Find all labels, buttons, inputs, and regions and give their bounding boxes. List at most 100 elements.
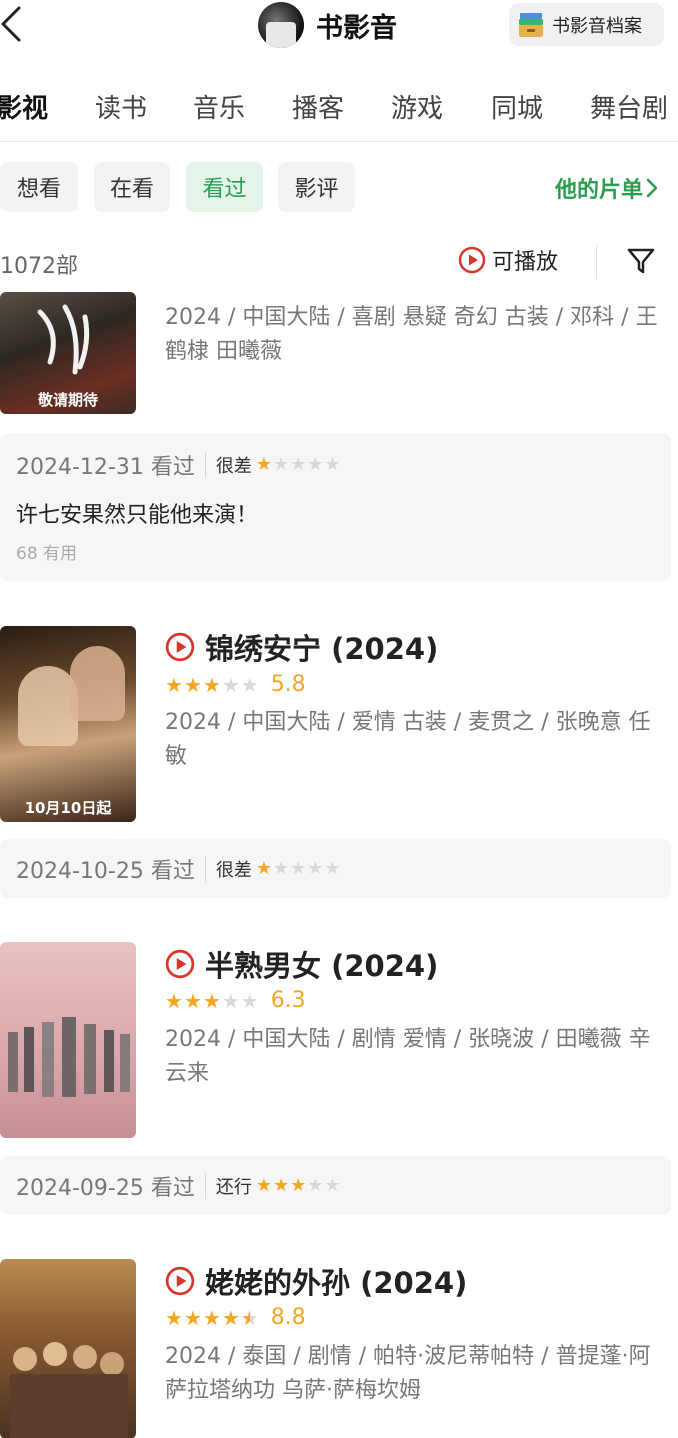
filter-reviews[interactable]: 影评 — [278, 162, 355, 212]
my-lists-label: 他的片单 — [555, 178, 644, 203]
star-icon: ★ — [221, 672, 240, 697]
my-lists-link[interactable]: 他的片单 — [555, 172, 658, 204]
movie-poster[interactable]: 敬请期待 — [0, 292, 136, 414]
star-icon: ★ — [240, 1305, 259, 1330]
filter-watching[interactable]: 在看 — [94, 162, 170, 212]
star-icon: ★ — [307, 454, 324, 475]
poster-art — [37, 304, 90, 375]
review-card[interactable]: 2024-09-25 看过 还行 ★ ★ ★ ★ ★ — [0, 1156, 671, 1215]
poster-caption: 敬请期待 — [37, 391, 98, 409]
archive-button[interactable]: 书影音档案 — [509, 3, 664, 46]
divider — [596, 245, 597, 279]
playable-label: 可播放 — [492, 250, 559, 275]
review-date: 2024-12-31 看过 — [16, 455, 195, 480]
review-header: 2024-12-31 看过 很差 ★ ★ ★ ★ ★ — [16, 449, 341, 481]
review-header: 2024-10-25 看过 很差 ★ ★ ★ ★ ★ — [16, 853, 341, 885]
star-icon: ★ — [290, 858, 307, 879]
play-circle-icon — [165, 949, 195, 979]
filter-watched[interactable]: 看过 — [186, 162, 263, 212]
divider — [204, 856, 206, 882]
star-icon: ★ — [255, 454, 272, 475]
review-rating-word: 很差 — [215, 456, 252, 477]
star-icon: ★ — [202, 988, 221, 1013]
review-rating-word: 还行 — [215, 1177, 252, 1198]
review-stars: ★ ★ ★ ★ ★ — [256, 860, 341, 878]
playable-toggle[interactable]: 可播放 — [458, 244, 558, 276]
star-icon: ★ — [255, 1175, 272, 1196]
star-icon: ★ — [307, 1175, 324, 1196]
rating-row: ★ ★ ★ ★ ★ 8.8 — [165, 1305, 306, 1330]
rating-row: ★ ★ ★ ★ ★ 6.3 — [165, 988, 306, 1013]
poster-caption: 10月10日起 — [24, 799, 112, 817]
review-date: 2024-09-25 看过 — [16, 1176, 195, 1201]
tab-music[interactable]: 音乐 — [193, 88, 245, 125]
tab-stage[interactable]: 舞台剧 — [590, 88, 668, 125]
star-icon: ★ — [273, 1175, 290, 1196]
useful-count[interactable]: 68 有用 — [16, 539, 77, 564]
tab-podcasts[interactable]: 播客 — [292, 88, 344, 125]
star-icon: ★ — [255, 858, 272, 879]
star-icon: ★ — [221, 1305, 240, 1330]
review-text: 许七安果然只能他来演！ — [16, 503, 259, 528]
avatar[interactable] — [258, 2, 304, 48]
movie-poster[interactable]: 10月10日起 — [0, 626, 136, 822]
category-tabs: 影视 读书 音乐 播客 游戏 同城 舞台剧 — [0, 80, 678, 142]
star-icon: ★ — [202, 1305, 221, 1330]
back-button[interactable] — [0, 4, 30, 44]
header-center: 书影音 — [258, 2, 397, 48]
tab-film[interactable]: 影视 — [0, 88, 48, 125]
header: 书影音 书影音档案 — [0, 0, 678, 50]
review-card[interactable]: 2024-10-25 看过 很差 ★ ★ ★ ★ ★ — [0, 839, 671, 898]
rating-score: 5.8 — [270, 672, 306, 697]
filter-icon[interactable] — [625, 245, 657, 277]
movie-poster[interactable] — [0, 942, 136, 1138]
play-circle-icon — [165, 1266, 195, 1296]
poster-art — [70, 646, 125, 721]
movie-meta: 2024 / 泰国 / 剧情 / 帕特·波尼蒂帕特 / 普提蓬·阿萨拉塔纳功 乌… — [165, 1344, 651, 1403]
star-icon: ★ — [324, 454, 341, 475]
star-icon: ★ — [165, 988, 183, 1013]
movie-meta: 2024 / 中国大陆 / 喜剧 悬疑 奇幻 古装 / 邓科 / 王鹤棣 田曦薇 — [165, 305, 658, 364]
star-icon: ★ — [165, 672, 183, 697]
star-icon: ★ — [290, 454, 307, 475]
star-icon: ★ — [324, 858, 341, 879]
tab-games[interactable]: 游戏 — [391, 88, 443, 125]
movie-title-text: 半熟男女 (2024) — [205, 949, 439, 983]
review-stars: ★ ★ ★ ★ ★ — [256, 1177, 341, 1195]
star-icon: ★ — [240, 988, 259, 1013]
rating-score: 6.3 — [270, 988, 306, 1013]
star-icon: ★ — [273, 454, 290, 475]
movie-poster[interactable] — [0, 1259, 136, 1438]
chevron-left-icon — [1, 6, 21, 42]
star-icon: ★ — [307, 858, 324, 879]
poster-art — [10, 1342, 128, 1438]
divider — [204, 452, 206, 478]
rating-row: ★ ★ ★ ★ ★ 5.8 — [165, 672, 306, 697]
tab-local[interactable]: 同城 — [491, 88, 543, 125]
star-icon: ★ — [221, 988, 240, 1013]
review-date: 2024-10-25 看过 — [16, 859, 195, 884]
review-card[interactable]: 2024-12-31 看过 很差 ★ ★ ★ ★ ★ 许七安果然只能他来演！ 68 有用 — [0, 433, 671, 581]
review-rating-word: 很差 — [215, 860, 252, 881]
rating-stars: ★ ★ ★ ★ ★ — [165, 1308, 259, 1328]
archive-box-icon — [519, 12, 543, 37]
movie-title[interactable]: 半熟男女 (2024) — [165, 943, 438, 985]
star-icon: ★ — [240, 672, 259, 697]
play-circle-icon — [458, 246, 486, 274]
tab-books[interactable]: 读书 — [95, 88, 147, 125]
movie-title[interactable]: 锦绣安宁 (2024) — [165, 626, 438, 668]
rating-stars: ★ ★ ★ ★ ★ — [165, 675, 259, 695]
filter-want[interactable]: 想看 — [0, 162, 78, 212]
poster-art — [18, 666, 78, 746]
rating-stars: ★ ★ ★ ★ ★ — [165, 991, 259, 1011]
movie-title[interactable]: 姥姥的外孙 (2024) — [165, 1260, 467, 1302]
item-count: 1072部 — [0, 254, 78, 279]
page-title: 书影音 — [316, 12, 397, 44]
movie-title-text: 姥姥的外孙 (2024) — [205, 1266, 468, 1300]
movie-title-text: 锦绣安宁 (2024) — [205, 632, 439, 666]
poster-art — [8, 1017, 130, 1097]
star-icon: ★ — [165, 1305, 183, 1330]
star-icon: ★ — [183, 1305, 202, 1330]
divider — [204, 1173, 206, 1199]
movie-meta: 2024 / 中国大陆 / 剧情 爱情 / 张晓波 / 田曦薇 辛云来 — [165, 1027, 651, 1086]
